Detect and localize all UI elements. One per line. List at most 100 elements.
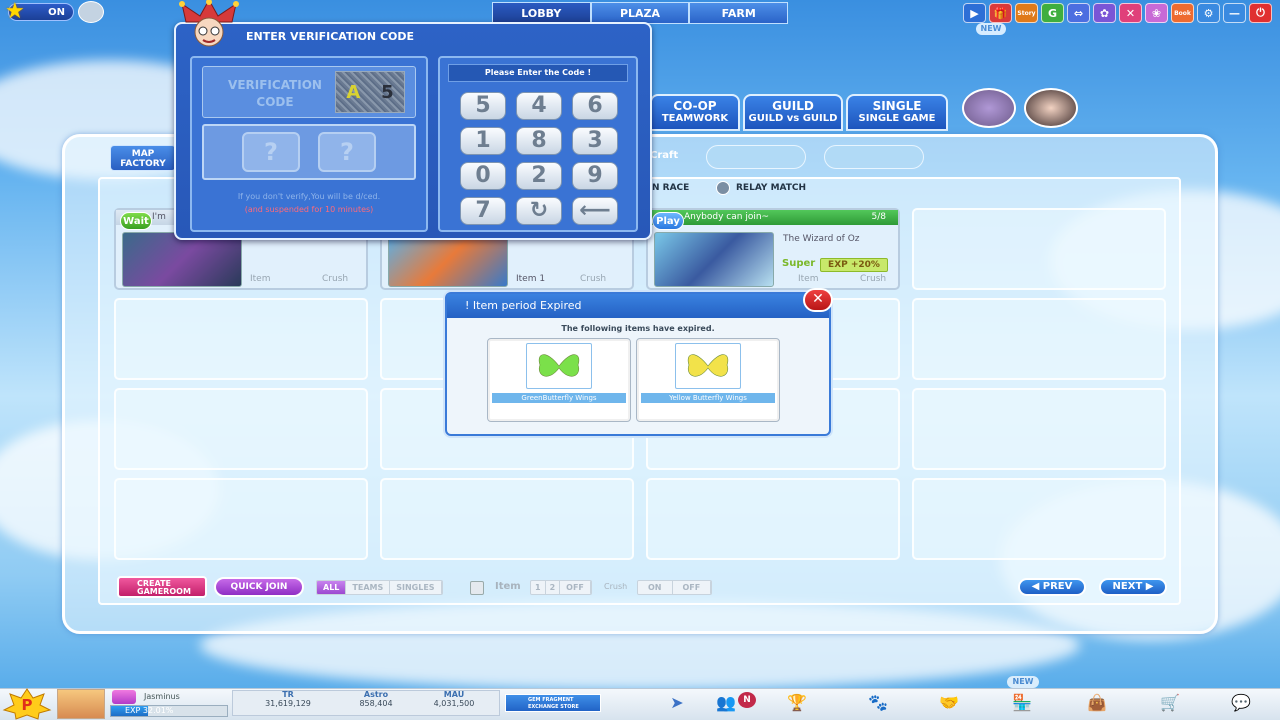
gift-icon[interactable]: 🎁 [989,3,1012,23]
verification-warning: If you don't verify,You will be d/ced. (… [192,190,426,216]
tab-guild[interactable]: GUILD GUILD vs GUILD [743,94,843,131]
room-header: Anybody can join~ 5/8 [648,210,898,225]
empty-room-slot[interactable] [114,388,368,470]
keypad-key[interactable]: ↻ [516,197,562,225]
stat-value: 858,404 [359,699,393,708]
x-icon[interactable]: ✕ [1119,3,1142,23]
filter-all[interactable]: ALL [317,581,347,594]
empty-room-slot[interactable] [912,208,1166,290]
butterfly-wings-icon [526,343,592,389]
trophy-icon[interactable]: 🏆 [785,692,809,714]
relay-match-option[interactable]: RELAY MATCH [716,181,806,195]
stat-value: 31,619,129 [265,699,311,708]
filter-teams[interactable]: TEAMS [346,581,391,594]
play-icon[interactable]: ▶ [963,3,986,23]
gem-exchange-store-button[interactable]: GEM FRAGMENT EXCHANGE STORE [505,694,601,712]
craft-label[interactable]: Craft [650,150,678,161]
empty-room-slot[interactable] [912,388,1166,470]
user-avatar[interactable] [57,689,105,719]
keypad-key[interactable]: 0 [460,162,506,190]
room-card[interactable]: Anybody can join~ 5/8 Play The Wizard of… [646,208,900,290]
character-avatar[interactable] [1024,88,1078,128]
play-circle-icon[interactable]: ➤ [665,692,689,714]
inventory-bag-icon[interactable]: 👜 [1085,692,1109,714]
keypad-key[interactable]: 6 [572,92,618,120]
store-icon[interactable]: Story [1015,3,1038,23]
room-status-badge: Wait [120,212,152,230]
tab-plaza[interactable]: PLAZA [590,2,690,24]
g-icon[interactable]: G [1041,3,1064,23]
warning-line: If you don't verify,You will be d/ced. [237,192,381,201]
keypad-key[interactable]: 1 [460,127,506,155]
filter-singles[interactable]: SINGLES [390,581,442,594]
handshake-icon[interactable]: 🤝 [937,692,961,714]
gear-purple-icon[interactable]: ✿ [1093,3,1116,23]
tab-guild-sub: GUILD vs GUILD [748,113,838,124]
empty-room-slot[interactable] [114,478,368,560]
book-icon[interactable]: Book [1171,3,1194,23]
relay-label: RELAY MATCH [736,183,807,193]
crush-option-on[interactable]: ON [638,581,673,594]
minimize-icon[interactable]: — [1223,3,1246,23]
filter-pill[interactable] [706,145,806,169]
room-title-text: I'm [152,212,166,222]
item-option-2[interactable]: 2 [545,581,561,594]
map-thumbnail [388,232,508,287]
close-button[interactable]: ✕ [803,288,833,312]
item-option-1[interactable]: 1 [531,581,546,594]
empty-room-slot[interactable] [380,478,634,560]
settings-icon[interactable]: ⚙ [1197,3,1220,23]
suspension-warning: (and suspended for 10 minutes) [244,205,374,214]
keypad-key[interactable]: ⟵ [572,197,618,225]
stat-value: 4,031,500 [433,699,475,708]
code-input-slots: ? ? [202,124,416,180]
keypad-key[interactable]: 9 [572,162,618,190]
empty-room-slot[interactable] [114,298,368,380]
pet-paw-icon[interactable]: 🐾 [866,692,890,714]
keypad-key[interactable]: 7 [460,197,506,225]
stat-label: Astro [363,690,389,699]
next-page-button[interactable]: NEXT ▶ [1099,578,1167,596]
rank-badge-icon [112,690,136,704]
enter-code-prompt: Please Enter the Code ! [448,64,628,82]
tab-lobby[interactable]: LOBBY [492,2,591,24]
tab-coop[interactable]: CO-OP TEAMWORK [650,94,740,131]
quick-join-button[interactable]: QUICK JOIN [214,577,304,597]
item-label: Item [495,581,521,592]
item-checkbox[interactable] [470,581,484,595]
race-option[interactable]: N RACE [652,183,689,193]
chat-icon[interactable]: 💬 [1229,692,1253,714]
keypad-key[interactable]: 3 [572,127,618,155]
ghost-icon[interactable] [78,1,104,23]
item-option-off[interactable]: OFF [560,581,591,594]
tab-farm[interactable]: FARM [689,2,789,24]
points-logo-icon[interactable]: P [2,688,52,720]
cart-icon[interactable]: 🛒 [1158,692,1182,714]
on-label: ON [48,6,65,18]
on-toggle[interactable]: ★ ON [5,0,74,24]
item-expired-dialog: ! Item period Expired ✕ The following it… [445,288,833,436]
empty-room-slot[interactable] [912,298,1166,380]
friends-icon[interactable]: 👥 [714,692,738,714]
keypad-key[interactable]: 4 [516,92,562,120]
link-icon[interactable]: ⇔ [1067,3,1090,23]
keypad-key[interactable]: 2 [516,162,562,190]
flower-icon[interactable]: ❀ [1145,3,1168,23]
verification-code-label: VERIFICATION CODE [228,78,322,109]
notification-badge: N [738,692,756,708]
power-icon[interactable]: ⏻ [1249,3,1272,23]
prev-page-button[interactable]: ◀ PREV [1018,578,1086,596]
keypad-key[interactable]: 8 [516,127,562,155]
crush-option-off[interactable]: OFF [672,581,712,594]
map-factory-button[interactable]: MAP FACTORY [110,145,176,171]
keypad-key[interactable]: 5 [460,92,506,120]
create-gameroom-button[interactable]: CREATE GAMEROOM [117,576,207,598]
wings-shape [538,354,580,377]
tab-single[interactable]: SINGLE SINGLE GAME [846,94,948,131]
shop-stand-icon[interactable]: 🏪 [1010,692,1034,714]
empty-room-slot[interactable] [912,478,1166,560]
filter-pill[interactable] [824,145,924,169]
prev-label: PREV [1042,581,1073,592]
emblem-avatar[interactable] [962,88,1016,128]
empty-room-slot[interactable] [646,478,900,560]
